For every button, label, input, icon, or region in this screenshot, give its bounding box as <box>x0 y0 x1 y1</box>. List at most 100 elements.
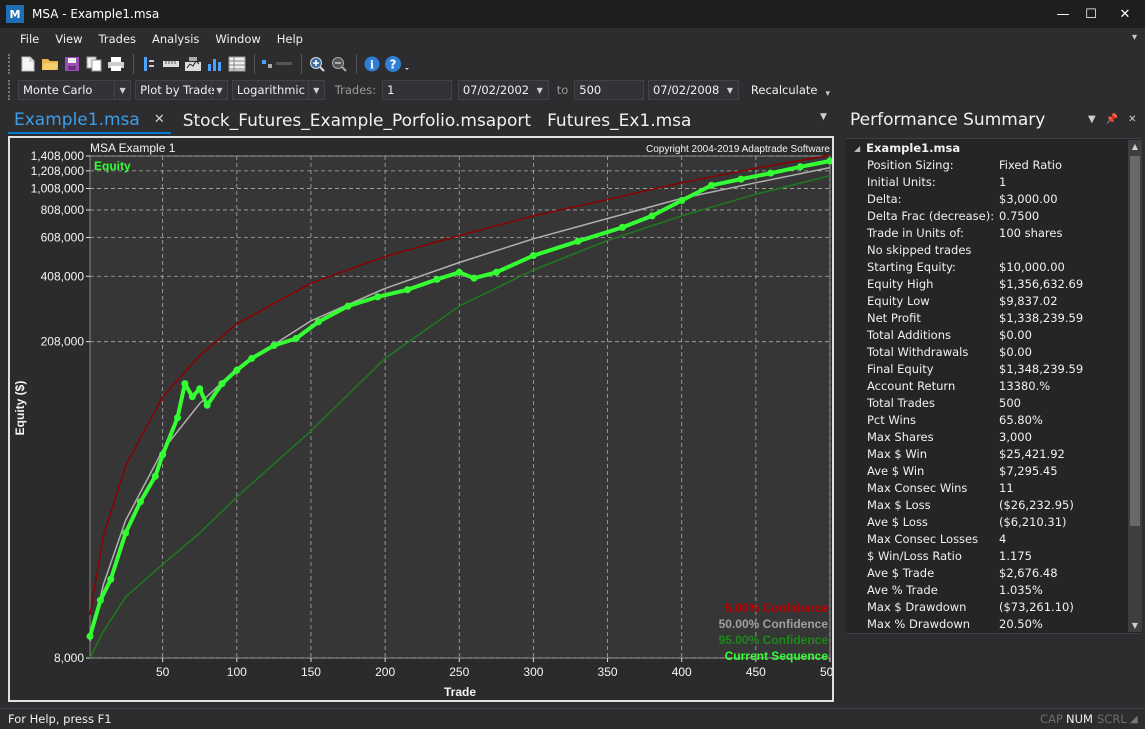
date-end-picker[interactable]: 07/02/2008 ▼ <box>647 80 739 100</box>
pin-icon[interactable]: 📌 <box>1106 114 1118 125</box>
analysis-type-value: Monte Carlo <box>22 83 93 97</box>
summary-value: $0.00 <box>999 328 1032 342</box>
app-window: M MSA - Example1.msa — ☐ ✕ File View Tra… <box>0 0 1145 729</box>
tabs-dropdown-icon[interactable]: ▼ <box>820 112 827 122</box>
tab-stock-futures-portfolio[interactable]: Stock_Futures_Example_Porfolio.msaport <box>177 108 537 134</box>
toolbar-grip[interactable] <box>8 80 12 100</box>
main-toolbar: i ? <box>0 50 1145 78</box>
y-tick-label: 208,000 <box>41 335 85 349</box>
panel-dropdown-icon[interactable]: ▼ <box>1088 114 1096 125</box>
chevron-down-icon[interactable]: ▼ <box>532 81 548 99</box>
copy-icon[interactable] <box>84 54 104 74</box>
x-tick-label: 150 <box>301 665 321 679</box>
y-tick-label: 408,000 <box>41 269 85 283</box>
plot-mode-value: Plot by Trade <box>140 83 215 97</box>
chevron-down-icon[interactable]: ▾ <box>1132 32 1137 43</box>
scatter-icon[interactable] <box>260 54 294 74</box>
help-icon[interactable]: ? <box>384 54 412 74</box>
table-icon[interactable] <box>227 54 247 74</box>
resize-grip-icon[interactable]: ◢ <box>1130 714 1138 725</box>
summary-value: 65.80% <box>999 413 1043 427</box>
summary-row: Max Consec Wins 11 <box>867 481 1127 498</box>
menu-analysis[interactable]: Analysis <box>144 28 207 50</box>
current-sequence-point <box>159 451 167 459</box>
x-axis-label: Trade <box>444 685 476 699</box>
summary-label: Ave $ Loss <box>867 515 928 529</box>
current-sequence-point <box>292 334 300 342</box>
app-logo-icon: M <box>6 5 24 23</box>
chevron-down-icon[interactable]: ▼ <box>722 81 738 99</box>
summary-label: Trade in Units of: <box>867 226 964 240</box>
summary-scrollbar[interactable]: ▲ ▼ <box>1128 140 1142 632</box>
y-tick-label: 8,000 <box>54 651 84 665</box>
chart-copyright: Copyright 2004-2019 Adaptrade Software <box>646 144 830 155</box>
info-icon[interactable]: i <box>362 54 382 74</box>
summary-row: Equity High $1,356,632.69 <box>867 277 1127 294</box>
close-button[interactable]: ✕ <box>1108 0 1142 28</box>
menu-window[interactable]: Window <box>207 28 268 50</box>
scrl-indicator: SCRL <box>1097 712 1127 726</box>
open-folder-icon[interactable] <box>40 54 60 74</box>
summary-row: Max $ Win $25,421.92 <box>867 447 1127 464</box>
scroll-thumb[interactable] <box>1130 156 1140 526</box>
zoom-in-icon[interactable] <box>307 54 327 74</box>
summary-row: Total Additions $0.00 <box>867 328 1127 345</box>
menu-bar: File View Trades Analysis Window Help ▾ <box>0 28 1145 50</box>
chevron-down-icon[interactable]: ▼ <box>114 81 130 99</box>
summary-row: Pct Wins 65.80% <box>867 413 1127 430</box>
maximize-button[interactable]: ☐ <box>1074 0 1108 28</box>
summary-file-node[interactable]: ◢ Example1.msa <box>854 141 960 155</box>
current-sequence-point <box>173 414 181 422</box>
current-sequence-point <box>188 393 196 401</box>
recalculate-button[interactable]: Recalculate <box>751 83 818 97</box>
summary-label: Starting Equity: <box>867 260 956 274</box>
equity-series-label: Equity <box>94 159 131 173</box>
menu-help[interactable]: Help <box>269 28 311 50</box>
trades-end-input[interactable]: 500 <box>574 80 644 100</box>
summary-file-name: Example1.msa <box>866 141 961 155</box>
toolbar-grip[interactable] <box>8 54 12 74</box>
plot-mode-select[interactable]: Plot by Trade ▼ <box>135 80 228 100</box>
current-sequence-point <box>796 163 804 171</box>
summary-label: Equity Low <box>867 294 930 308</box>
summary-value: $2,676.48 <box>999 566 1058 580</box>
zoom-out-icon[interactable] <box>329 54 349 74</box>
save-icon[interactable] <box>62 54 82 74</box>
summary-row: Net Profit $1,338,239.59 <box>867 311 1127 328</box>
x-tick-label: 200 <box>375 665 395 679</box>
trades-start-input[interactable]: 1 <box>382 80 452 100</box>
chart-title: MSA Example 1 <box>90 141 176 155</box>
trades-list-icon[interactable] <box>139 54 159 74</box>
menu-view[interactable]: View <box>47 28 90 50</box>
toolbar-overflow-icon[interactable]: ▾ <box>825 89 830 99</box>
date-start-picker[interactable]: 07/02/2002 ▼ <box>457 80 549 100</box>
summary-value: 4 <box>999 532 1007 546</box>
current-sequence-point <box>107 575 115 583</box>
print-icon[interactable] <box>106 54 126 74</box>
current-sequence-point <box>151 472 159 480</box>
ruler-icon[interactable] <box>161 54 181 74</box>
chevron-down-icon[interactable]: ▼ <box>307 81 324 99</box>
scroll-down-icon[interactable]: ▼ <box>1130 621 1140 630</box>
equity-chart[interactable]: 8,000 208,000 408,000 608,000 808,000 1,008,0… <box>8 136 834 702</box>
close-icon[interactable]: ✕ <box>1128 114 1136 125</box>
summary-label: Max Consec Losses <box>867 532 979 546</box>
summary-label: Final Equity <box>867 362 934 376</box>
current-sequence-point <box>767 169 775 177</box>
menu-file[interactable]: File <box>12 28 47 50</box>
tab-futures-ex1[interactable]: Futures_Ex1.msa <box>541 108 697 134</box>
close-icon[interactable]: ✕ <box>154 107 165 133</box>
new-file-icon[interactable] <box>18 54 38 74</box>
current-sequence-point <box>678 197 686 205</box>
tab-example1[interactable]: Example1.msa ✕ <box>8 108 171 134</box>
menu-trades[interactable]: Trades <box>91 28 144 50</box>
data-chart-icon[interactable] <box>183 54 203 74</box>
scale-select[interactable]: Logarithmic ▼ <box>231 80 325 100</box>
scroll-up-icon[interactable]: ▲ <box>1130 142 1140 151</box>
bar-chart-icon[interactable] <box>205 54 225 74</box>
title-bar[interactable]: M MSA - Example1.msa — ☐ ✕ <box>0 0 1145 28</box>
collapse-triangle-icon[interactable]: ◢ <box>854 144 860 153</box>
chevron-down-icon[interactable]: ▼ <box>210 81 227 99</box>
current-sequence-point <box>574 237 582 245</box>
analysis-type-select[interactable]: Monte Carlo ▼ <box>17 80 132 100</box>
